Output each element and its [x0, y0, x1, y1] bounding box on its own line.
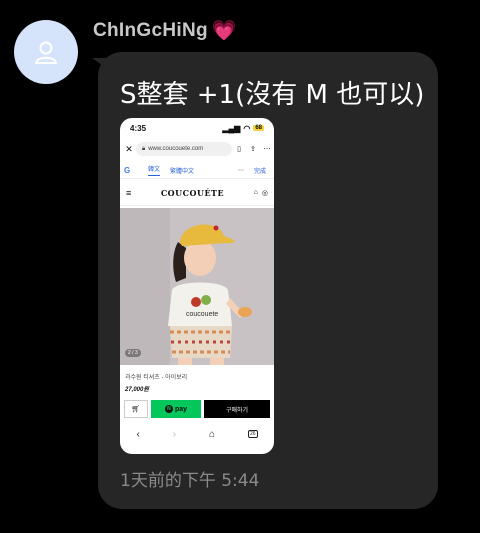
- avatar[interactable]: [14, 20, 78, 84]
- sender-name: ChInGcHiNg 💗: [93, 20, 237, 42]
- shirt-print-text: coucouete: [186, 311, 218, 318]
- product-photo: coucouete 2 / 3: [120, 208, 274, 365]
- site-header: ≡ COUCOUÉTE ⌂ ◎: [120, 180, 274, 206]
- heart-emoji: 💗: [211, 20, 238, 42]
- product-price: 27,000원: [125, 387, 149, 393]
- account-icon: ◎: [261, 189, 268, 197]
- message-text: S整套 +1(沒有 M 也可以): [120, 80, 425, 110]
- bookmark-icon: ▯: [237, 146, 241, 153]
- add-to-cart-button: 🛒︎: [124, 400, 148, 418]
- close-icon: ✕: [125, 143, 133, 154]
- child-in-cap-image: coucouete: [120, 208, 274, 365]
- signal-icon: ▂▄▆: [222, 123, 241, 133]
- lock-icon: 🔒︎: [142, 145, 146, 152]
- user-silhouette-icon: [35, 41, 57, 64]
- cart-icon: 🛒︎: [131, 406, 141, 413]
- translate-done-label: 完成: [253, 168, 266, 175]
- photo-counter: 2 / 3: [125, 349, 141, 357]
- browser-nav-bar: ‹ › ⌂ 26: [120, 424, 274, 444]
- home-icon: ⌂: [208, 428, 216, 440]
- cart-icon: ⌂: [253, 188, 258, 196]
- browser-url-bar: ✕ 🔒︎ www.coucouete.com ▯ ⇪ ⋯: [120, 140, 274, 158]
- npay-label: pay: [174, 405, 188, 413]
- hamburger-menu-icon: ≡: [126, 187, 132, 198]
- url-field: 🔒︎ www.coucouete.com: [136, 142, 232, 156]
- message-timestamp: 1天前的下午 5:44: [120, 471, 260, 491]
- battery-indicator: 68: [253, 125, 264, 131]
- share-icon: ⇪: [250, 146, 256, 153]
- sender-name-text: ChInGcHiNg: [93, 20, 208, 41]
- forward-icon: ›: [172, 428, 177, 440]
- npay-logo-icon: N: [164, 405, 173, 413]
- product-name: 과수원 티셔츠 - 아이보리: [125, 375, 188, 381]
- translate-more-icon: ⋯: [237, 167, 244, 174]
- wifi-icon: ◠: [243, 123, 251, 133]
- message-bubble[interactable]: S整套 +1(沒有 M 也可以) 4:35 ▂▄▆ ◠ 68 ✕ 🔒︎ www.…: [98, 52, 438, 509]
- tab-original-language: 韓文: [148, 164, 161, 176]
- tab-translated-language: 繁體中文: [170, 168, 195, 175]
- attached-screenshot[interactable]: 4:35 ▂▄▆ ◠ 68 ✕ 🔒︎ www.coucouete.com ▯ ⇪…: [120, 118, 274, 454]
- more-icon: ⋯: [263, 146, 271, 153]
- phone-status-bar: 4:35 ▂▄▆ ◠ 68: [120, 118, 274, 138]
- back-icon: ‹: [136, 428, 140, 440]
- buy-button: 구매하기: [204, 400, 270, 418]
- npay-button: N pay: [151, 400, 201, 418]
- url-text: www.coucouete.com: [148, 146, 204, 152]
- brand-logo: COUCOUÉTE: [160, 187, 225, 198]
- status-time: 4:35: [130, 123, 147, 133]
- translate-icon: G: [124, 165, 131, 175]
- translate-bar: G 韓文 繁體中文 ⋯ 完成: [120, 162, 274, 179]
- purchase-buttons: 🛒︎ N pay 구매하기: [124, 400, 270, 418]
- tabs-icon: 26: [247, 430, 258, 438]
